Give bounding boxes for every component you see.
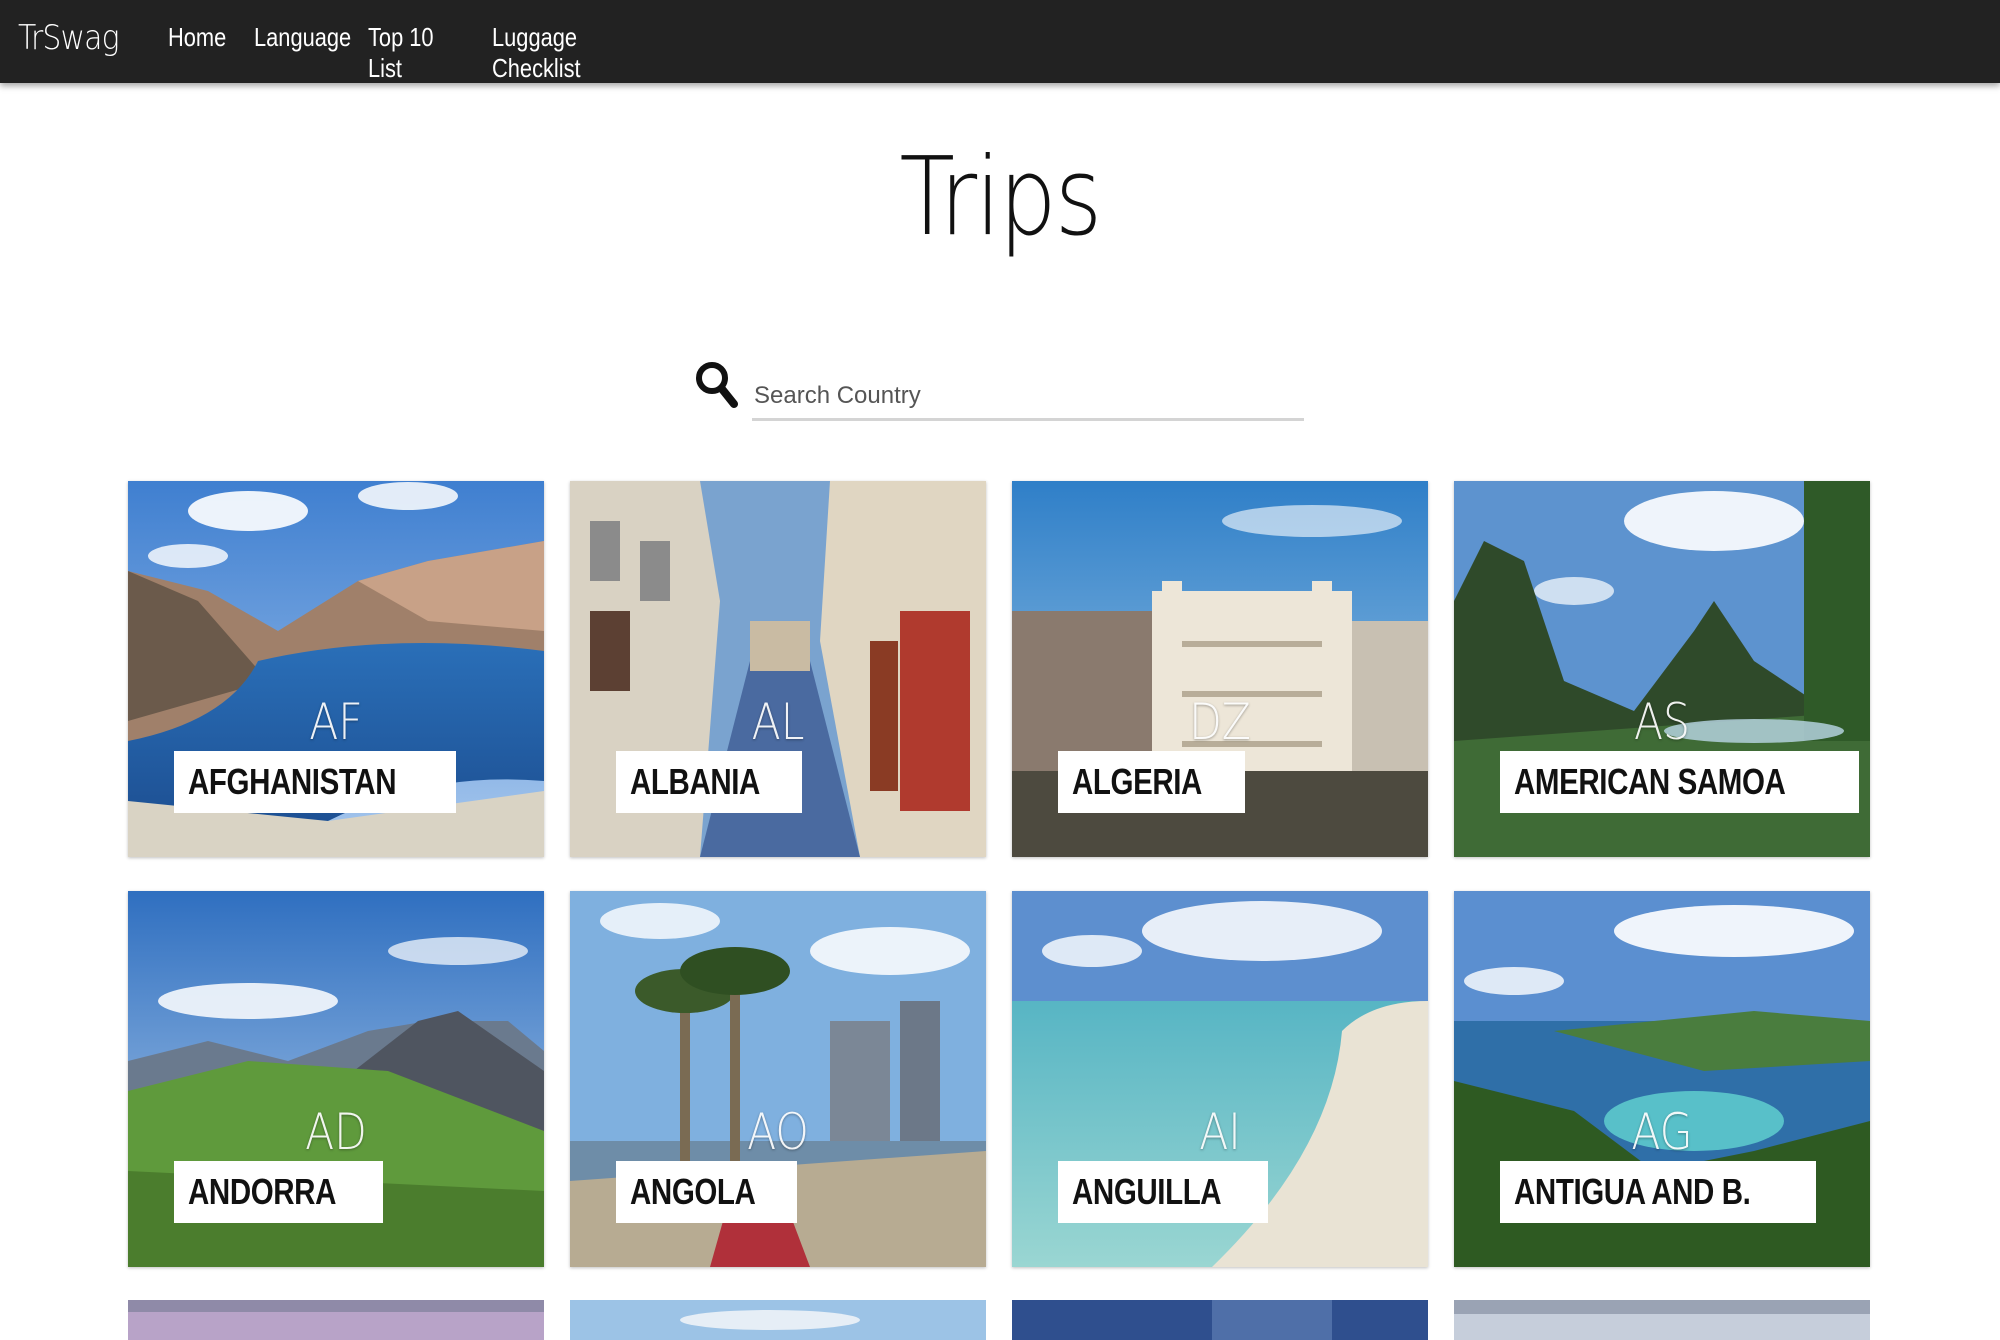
brand-logo[interactable]: TrSwag [18, 18, 120, 58]
country-card-partial-image [128, 1300, 544, 1340]
country-name-label: ANGUILLA [1058, 1161, 1268, 1223]
country-card-partial[interactable] [128, 1300, 544, 1340]
country-code: AS [1633, 693, 1691, 751]
country-card-partial[interactable] [1012, 1300, 1428, 1340]
country-code: DZ [1189, 693, 1251, 751]
country-card-partial[interactable] [570, 1300, 986, 1340]
search-input[interactable] [752, 374, 1304, 421]
nav-link-home[interactable]: Home [168, 22, 226, 84]
country-name-label: ANTIGUA AND B. [1500, 1161, 1817, 1223]
country-card-angola[interactable]: AO ANGOLA [570, 891, 986, 1267]
country-card-algeria[interactable]: DZ ALGERIA [1012, 481, 1428, 857]
country-card-albania[interactable]: AL ALBANIA [570, 481, 986, 857]
country-code: AG [1631, 1103, 1693, 1161]
country-card-american-samoa[interactable]: AS AMERICAN SAMOA [1454, 481, 1870, 857]
country-name-label: AMERICAN SAMOA [1500, 751, 1859, 813]
country-code: AO [747, 1103, 809, 1161]
search-icon[interactable] [694, 360, 738, 410]
country-code: AF [309, 693, 363, 751]
country-code: AL [751, 693, 805, 751]
country-card-partial-image [1012, 1300, 1428, 1340]
country-name-label: ANDORRA [174, 1161, 383, 1223]
top-navbar: TrSwag Home Language Top 10 List Luggage… [0, 0, 2000, 83]
nav-link-top-10-list[interactable]: Top 10 List [368, 22, 455, 84]
country-card-partial-image [570, 1300, 986, 1340]
country-name-label: ANGOLA [616, 1161, 797, 1223]
country-name-label: AFGHANISTAN [174, 751, 456, 813]
country-card-antigua[interactable]: AG ANTIGUA AND B. [1454, 891, 1870, 1267]
page-title: Trips [899, 135, 1102, 260]
country-card-partial-image [1454, 1300, 1870, 1340]
country-card-partial[interactable] [1454, 1300, 1870, 1340]
country-name-label: ALGERIA [1058, 751, 1245, 813]
nav-links: Home Language Top 10 List Luggage Checkl… [168, 22, 667, 84]
country-code: AI [1199, 1103, 1241, 1161]
nav-link-language[interactable]: Language [254, 22, 351, 84]
country-name-label: ALBANIA [616, 751, 803, 813]
nav-link-luggage-checklist[interactable]: Luggage Checklist [492, 22, 639, 84]
country-card-anguilla[interactable]: AI ANGUILLA [1012, 891, 1428, 1267]
search-bar [694, 360, 1304, 426]
country-code: AD [305, 1103, 367, 1161]
country-card-andorra[interactable]: AD ANDORRA [128, 891, 544, 1267]
country-card-afghanistan[interactable]: AF AFGHANISTAN [128, 481, 544, 857]
